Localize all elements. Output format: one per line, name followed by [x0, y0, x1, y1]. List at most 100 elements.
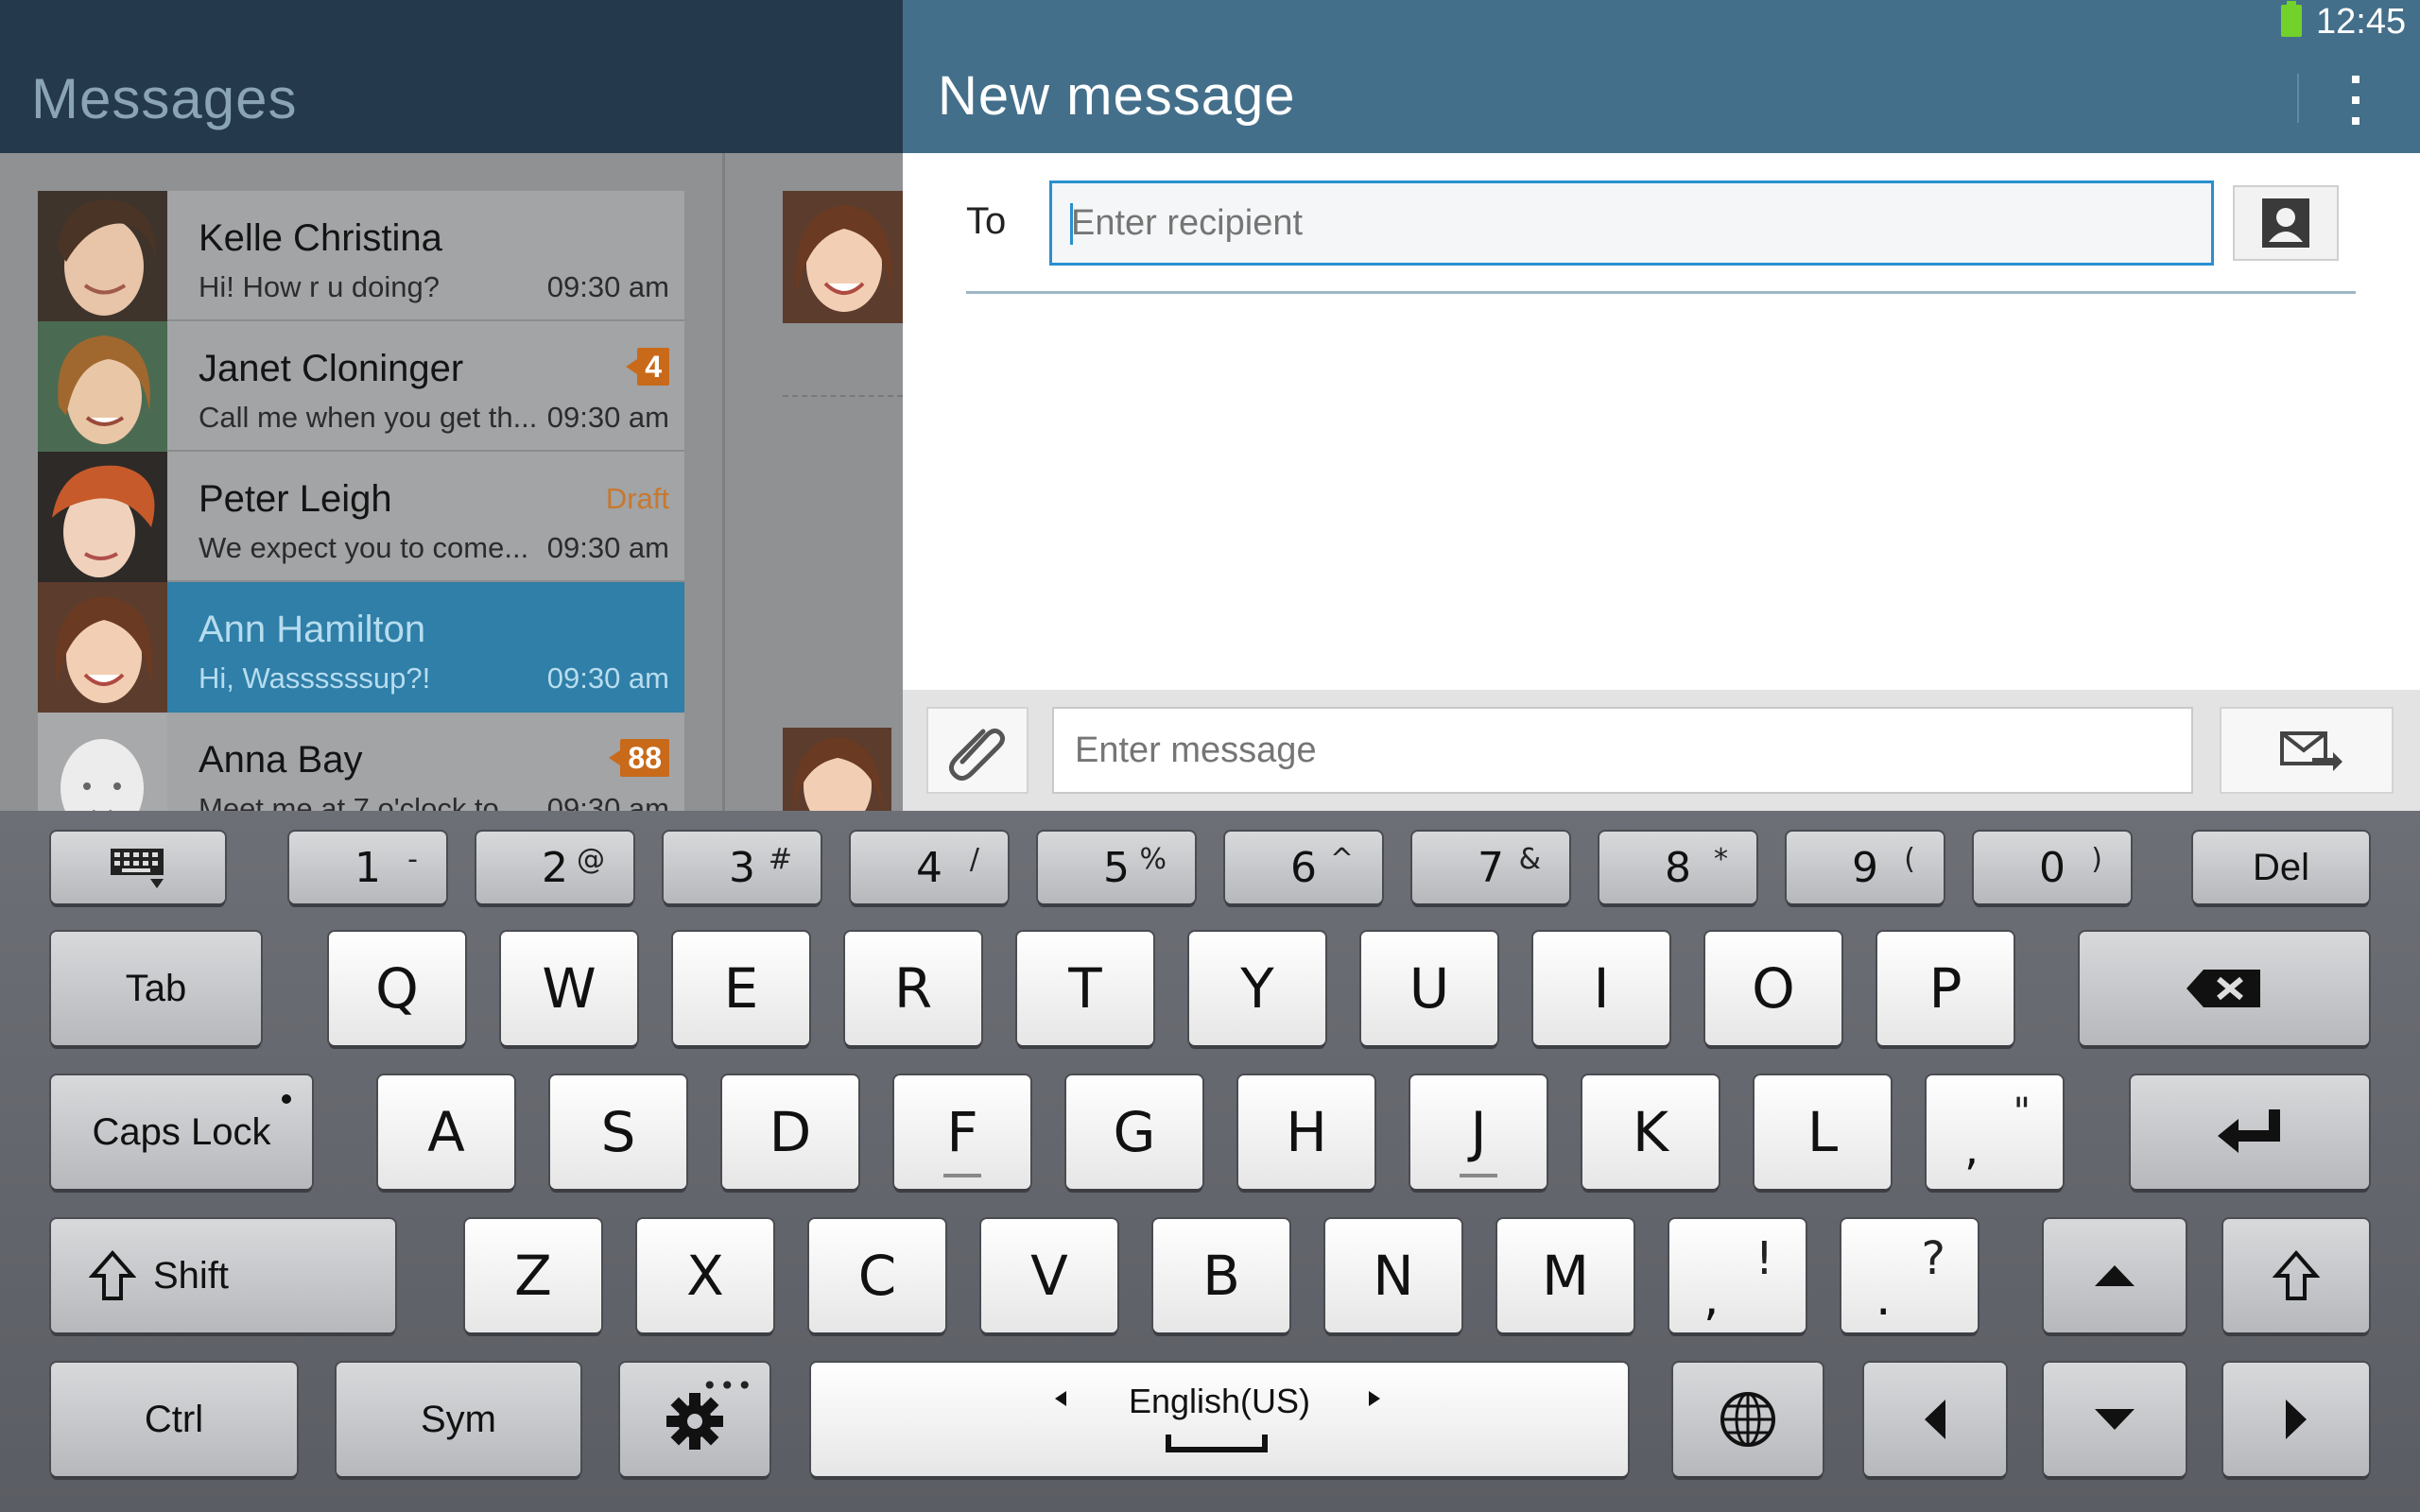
arrow-down-key[interactable] — [2044, 1363, 2186, 1476]
language-key[interactable] — [1673, 1363, 1823, 1476]
message-input[interactable] — [1052, 707, 2193, 794]
conversation-item[interactable]: Kelle Christina Hi! How r u doing? 09:30… — [38, 191, 684, 321]
backspace-key[interactable] — [2080, 932, 2369, 1045]
arrow-up-icon — [2095, 1265, 2135, 1286]
key-v[interactable]: V — [981, 1219, 1117, 1332]
key-4[interactable]: 4/ — [851, 832, 1008, 903]
key-0[interactable]: 0) — [1974, 832, 2131, 903]
text-cursor — [1070, 203, 1073, 245]
key-2[interactable]: 2 @ — [476, 832, 633, 903]
space-key[interactable]: English(US) — [811, 1363, 1628, 1476]
key-c[interactable]: C — [809, 1219, 945, 1332]
key-label: P — [1928, 956, 1962, 1021]
message-time: 09:30 am — [546, 531, 669, 564]
arrow-right-icon — [2286, 1400, 2307, 1439]
key-comma[interactable]: ,! — [1669, 1219, 1806, 1332]
sym-key[interactable]: Sym — [337, 1363, 580, 1476]
conversation-item-selected[interactable]: Ann Hamilton Hi, Wassssssup?! 09:30 am — [38, 582, 684, 713]
key-apostrophe[interactable]: , " — [1927, 1075, 2063, 1189]
key-label: L — [1806, 1100, 1839, 1164]
key-3[interactable]: 3 # — [664, 832, 821, 903]
key-w[interactable]: W — [501, 932, 637, 1045]
key-l[interactable]: L — [1754, 1075, 1891, 1189]
conversation-item[interactable]: Anna Bay 88 Meet me at 7 o'clock to... 0… — [38, 713, 684, 815]
key-label: Tab — [125, 967, 187, 1009]
key-r[interactable]: R — [845, 932, 981, 1045]
key-alt: * — [1714, 843, 1728, 876]
key-t[interactable]: T — [1017, 932, 1153, 1045]
key-label: W — [542, 956, 596, 1021]
enter-icon — [2218, 1109, 2280, 1153]
key-label: 7 — [1478, 843, 1504, 892]
attach-button[interactable] — [926, 707, 1028, 794]
arrow-up-key[interactable] — [2044, 1219, 2186, 1332]
key-q[interactable]: Q — [329, 932, 465, 1045]
key-d[interactable]: D — [722, 1075, 858, 1189]
avatar — [38, 582, 167, 713]
key-label: 9 — [1852, 843, 1878, 892]
keyboard-hide-icon — [111, 849, 164, 888]
home-row-marker — [943, 1174, 981, 1177]
tab-key[interactable]: Tab — [51, 932, 261, 1045]
hide-keyboard-key[interactable] — [51, 832, 225, 903]
key-1[interactable]: 1- — [289, 832, 446, 903]
shift-key-left[interactable]: Shift — [51, 1219, 395, 1332]
key-h[interactable]: H — [1238, 1075, 1374, 1189]
key-label: 0 — [2039, 843, 2066, 892]
recipient-input[interactable] — [1049, 180, 2214, 266]
arrow-right-key[interactable] — [2223, 1363, 2369, 1476]
key-period[interactable]: .? — [1841, 1219, 1978, 1332]
key-x[interactable]: X — [637, 1219, 773, 1332]
key-label: , — [1703, 1270, 1720, 1327]
key-label: 1 — [354, 843, 381, 892]
key-alt: & — [1518, 843, 1541, 876]
key-b[interactable]: B — [1153, 1219, 1289, 1332]
key-n[interactable]: N — [1325, 1219, 1461, 1332]
settings-key[interactable]: ••• — [620, 1363, 769, 1476]
pane-divider — [722, 153, 725, 811]
divider — [783, 395, 903, 397]
contact-picker-button[interactable] — [2233, 185, 2339, 261]
send-button[interactable] — [2220, 707, 2394, 794]
default-avatar-icon — [38, 713, 167, 815]
key-a[interactable]: A — [378, 1075, 514, 1189]
key-label: B — [1202, 1244, 1240, 1308]
enter-key[interactable] — [2131, 1075, 2369, 1189]
key-label: I — [1593, 956, 1610, 1021]
key-o[interactable]: O — [1705, 932, 1841, 1045]
key-6[interactable]: 6 ^ — [1225, 832, 1382, 903]
key-i[interactable]: I — [1533, 932, 1669, 1045]
key-5[interactable]: 5% — [1038, 832, 1195, 903]
conversation-item[interactable]: Janet Cloninger 4 Call me when you get t… — [38, 321, 684, 452]
caps-lock-key[interactable]: Caps Lock — [51, 1075, 312, 1189]
key-j[interactable]: J — [1410, 1075, 1547, 1189]
key-e[interactable]: E — [673, 932, 809, 1045]
key-label: 8 — [1665, 843, 1691, 892]
key-label: , — [1964, 1123, 1979, 1176]
key-alt: ^ — [1329, 843, 1354, 876]
del-key[interactable]: Del — [2193, 832, 2369, 903]
conversation-list[interactable]: Kelle Christina Hi! How r u doing? 09:30… — [38, 191, 684, 815]
arrow-left-key[interactable] — [1864, 1363, 2006, 1476]
key-g[interactable]: G — [1066, 1075, 1202, 1189]
key-s[interactable]: S — [550, 1075, 686, 1189]
key-u[interactable]: U — [1361, 932, 1497, 1045]
key-m[interactable]: M — [1497, 1219, 1634, 1332]
conversation-item[interactable]: Peter Leigh Draft We expect you to come.… — [38, 452, 684, 582]
key-9[interactable]: 9( — [1787, 832, 1944, 903]
overflow-menu-icon[interactable] — [2344, 76, 2367, 127]
ctrl-key[interactable]: Ctrl — [51, 1363, 297, 1476]
key-alt: % — [1139, 843, 1167, 876]
message-time: 09:30 am — [546, 270, 669, 303]
key-8[interactable]: 8 * — [1599, 832, 1756, 903]
globe-icon — [1720, 1392, 1775, 1447]
status-bar — [903, 0, 2420, 47]
key-7[interactable]: 7 & — [1412, 832, 1569, 903]
shift-key-right[interactable] — [2223, 1219, 2369, 1332]
key-k[interactable]: K — [1582, 1075, 1719, 1189]
key-label: 5 — [1103, 843, 1130, 892]
key-p[interactable]: P — [1877, 932, 2014, 1045]
key-y[interactable]: Y — [1189, 932, 1325, 1045]
key-z[interactable]: Z — [465, 1219, 601, 1332]
key-f[interactable]: F — [894, 1075, 1030, 1189]
